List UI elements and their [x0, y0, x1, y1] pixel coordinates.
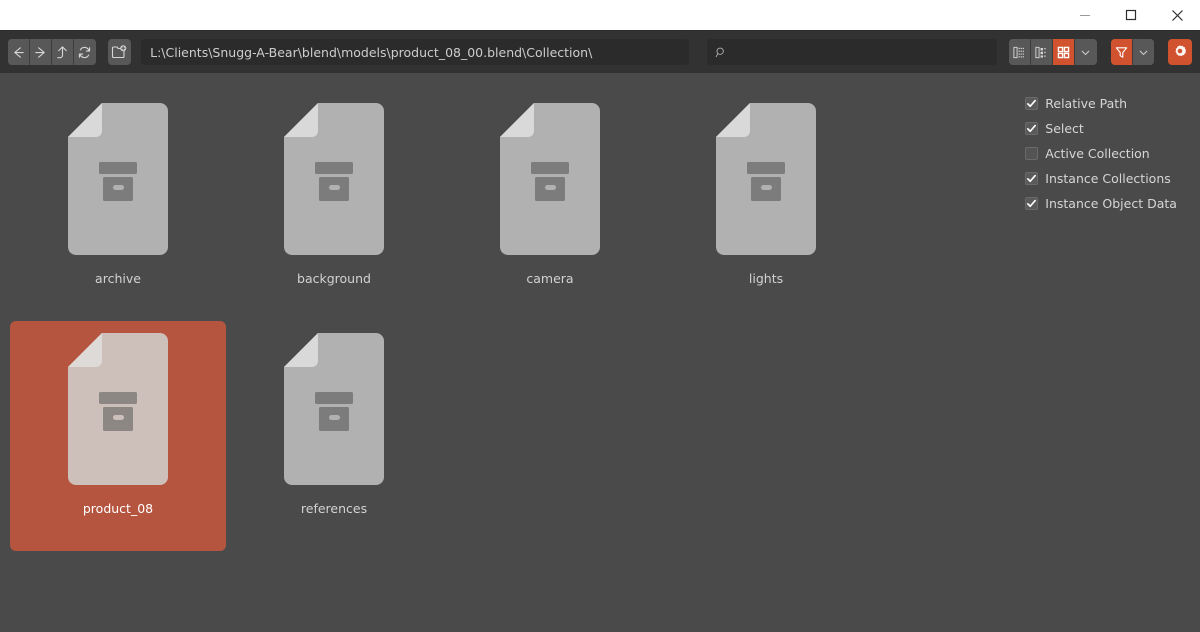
settings-button[interactable] [1168, 39, 1192, 65]
window-titlebar [0, 0, 1200, 31]
file-grid[interactable]: archive background camera lights product… [0, 73, 1013, 632]
file-item-selected[interactable]: product_08 [10, 321, 226, 551]
window-close-button[interactable] [1154, 0, 1200, 30]
option-label: Relative Path [1045, 95, 1128, 111]
new-folder-icon [112, 45, 127, 59]
chevron-down-icon [1139, 50, 1148, 55]
import-options-panel: Relative Path Select Active Collection I… [1013, 73, 1200, 632]
nav-refresh-button[interactable] [73, 39, 96, 65]
refresh-icon [78, 46, 91, 58]
check-icon [1027, 124, 1037, 132]
file-item-label: references [300, 501, 368, 516]
checkbox-relative-path[interactable] [1025, 96, 1039, 110]
archive-document-icon [68, 103, 168, 255]
checkbox-active-collection[interactable] [1025, 146, 1039, 160]
display-mode-horizontal-list-button[interactable] [1031, 39, 1053, 65]
arrow-right-icon [35, 46, 45, 58]
archive-document-icon [716, 103, 816, 255]
file-browser-body: archive background camera lights product… [0, 73, 1200, 632]
nav-back-button[interactable] [8, 39, 30, 65]
filter-toggle-button[interactable] [1110, 39, 1133, 65]
path-text: L:\Clients\Snugg-A-Bear\blend\models\pro… [150, 44, 593, 60]
filter-settings-dropdown-button[interactable] [1132, 39, 1155, 65]
blend-datablock-thumbnail [278, 331, 390, 487]
display-mode-group [1009, 39, 1097, 65]
option-instance-object-data[interactable]: Instance Object Data [1025, 195, 1200, 211]
search-input[interactable] [707, 39, 998, 65]
file-item-label: lights [748, 271, 784, 286]
file-item-label: product_08 [82, 501, 154, 516]
nav-forward-button[interactable] [29, 39, 52, 65]
grid-icon [1057, 46, 1070, 58]
window-minimize-button[interactable] [1062, 0, 1108, 30]
horizontal-list-icon [1035, 46, 1046, 58]
search-field-text[interactable] [733, 44, 990, 60]
checkbox-instance-object-data[interactable] [1025, 196, 1039, 210]
display-mode-thumbnail-grid-button[interactable] [1052, 39, 1075, 65]
nav-parent-button[interactable] [51, 39, 74, 65]
path-input[interactable]: L:\Clients\Snugg-A-Bear\blend\models\pro… [141, 39, 690, 65]
chevron-down-icon [1081, 50, 1090, 55]
file-item[interactable]: archive [10, 91, 226, 321]
file-item[interactable]: lights [658, 91, 874, 321]
file-item[interactable]: references [226, 321, 442, 551]
checkbox-instance-collections[interactable] [1025, 171, 1039, 185]
option-label: Active Collection [1045, 145, 1150, 161]
search-icon [715, 47, 724, 57]
arrow-up-icon [57, 45, 67, 58]
check-icon [1027, 199, 1037, 207]
blend-datablock-thumbnail [278, 101, 390, 257]
new-directory-button[interactable] [107, 39, 132, 65]
file-browser-header: L:\Clients\Snugg-A-Bear\blend\models\pro… [0, 31, 1200, 73]
window-maximize-button[interactable] [1108, 0, 1154, 30]
archive-document-icon [68, 333, 168, 485]
blend-datablock-thumbnail [62, 331, 174, 487]
option-select[interactable]: Select [1025, 120, 1200, 136]
filter-icon [1115, 46, 1127, 58]
display-mode-vertical-list-button[interactable] [1009, 39, 1032, 65]
arrow-left-icon [14, 46, 24, 58]
file-item[interactable]: camera [442, 91, 658, 321]
blend-datablock-thumbnail [62, 101, 174, 257]
checkbox-select[interactable] [1025, 121, 1039, 135]
option-active-collection[interactable]: Active Collection [1025, 145, 1200, 161]
blend-datablock-thumbnail [710, 101, 822, 257]
option-label: Instance Collections [1045, 170, 1171, 186]
file-item-label: archive [95, 271, 141, 286]
option-label: Instance Object Data [1045, 195, 1177, 211]
archive-document-icon [284, 103, 384, 255]
option-label: Select [1045, 120, 1084, 136]
navigation-button-group [8, 39, 96, 65]
option-instance-collections[interactable]: Instance Collections [1025, 170, 1200, 186]
file-item-label: camera [526, 271, 574, 286]
display-settings-dropdown-button[interactable] [1074, 39, 1097, 65]
file-item-label: background [297, 271, 371, 286]
gear-icon [1175, 45, 1187, 57]
archive-document-icon [284, 333, 384, 485]
archive-document-icon [500, 103, 600, 255]
option-relative-path[interactable]: Relative Path [1025, 95, 1200, 111]
check-icon [1027, 174, 1037, 182]
close-icon [1171, 9, 1183, 21]
check-icon [1027, 99, 1037, 107]
vertical-list-icon [1013, 46, 1024, 58]
filter-group [1110, 39, 1155, 65]
file-item[interactable]: background [226, 91, 442, 321]
maximize-icon [1125, 9, 1137, 21]
minimize-icon [1080, 15, 1090, 16]
blend-datablock-thumbnail [494, 101, 606, 257]
